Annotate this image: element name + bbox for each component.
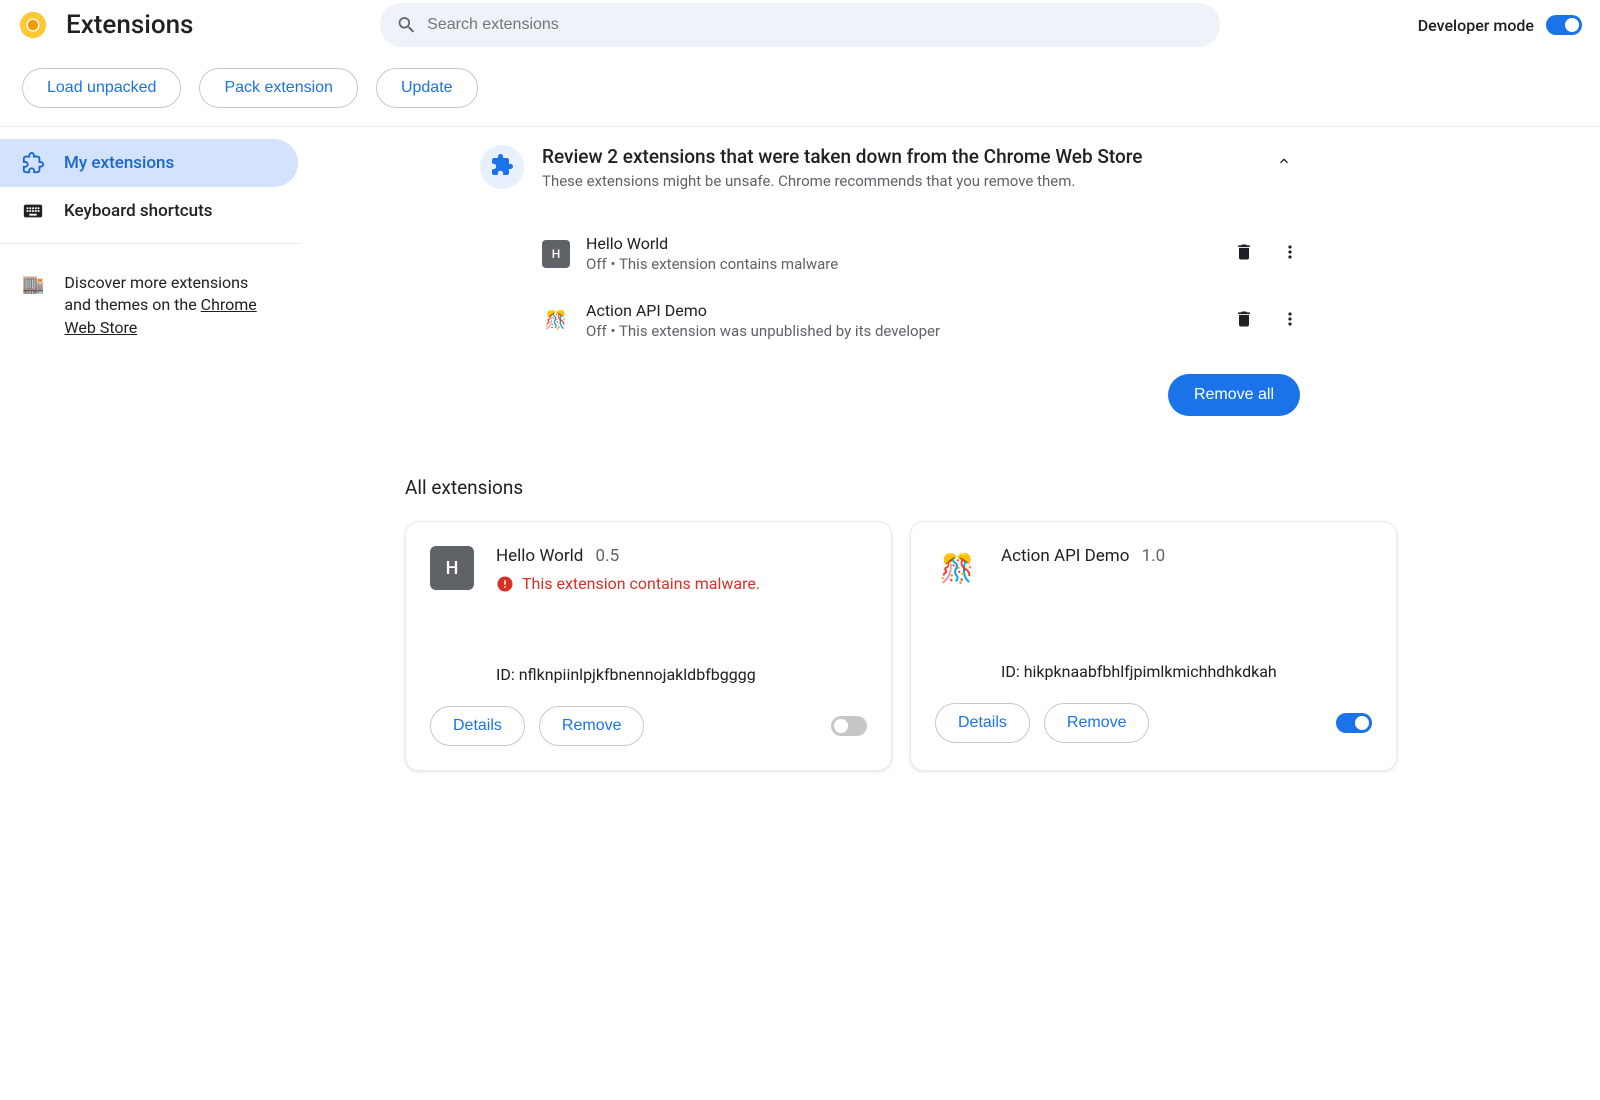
extension-version: 1.0 [1142, 546, 1166, 566]
discover-section: 🏬 Discover more extensions and themes on… [0, 252, 300, 359]
extension-emoji-icon: 🎊 [935, 546, 979, 590]
review-panel-header[interactable]: Review 2 extensions that were taken down… [480, 145, 1300, 190]
extension-name: Hello World [496, 546, 583, 566]
update-button[interactable]: Update [376, 68, 478, 108]
trash-icon [1234, 309, 1254, 329]
load-unpacked-button[interactable]: Load unpacked [22, 68, 181, 108]
search-icon [396, 14, 417, 36]
review-subtitle: These extensions might be unsafe. Chrome… [542, 172, 1250, 190]
review-title: Review 2 extensions that were taken down… [542, 145, 1250, 168]
extension-enable-toggle[interactable] [1336, 713, 1372, 733]
pack-extension-button[interactable]: Pack extension [199, 68, 358, 108]
extension-warning-text: This extension contains malware. [522, 574, 760, 593]
puzzle-icon [490, 153, 514, 181]
keyboard-icon [22, 200, 44, 222]
extension-card: H Hello World 0.5 This extension contain… [405, 521, 892, 771]
extension-warning: This extension contains malware. [496, 574, 867, 593]
extension-letter-icon: H [430, 546, 474, 590]
more-vert-icon [1280, 242, 1300, 262]
review-item-name: Hello World [586, 234, 1218, 253]
review-panel: Review 2 extensions that were taken down… [480, 145, 1300, 416]
review-item-name: Action API Demo [586, 301, 1218, 320]
extension-id: ID: hikpknaabfbhlfjpimlkmichhdhkdkah [1001, 662, 1372, 681]
sidebar-item-keyboard-shortcuts[interactable]: Keyboard shortcuts [0, 187, 300, 235]
review-item: 🎊 Action API Demo Off • This extension w… [542, 287, 1300, 354]
page-title: Extensions [66, 10, 193, 40]
details-button[interactable]: Details [935, 703, 1030, 743]
sidebar-item-label: Keyboard shortcuts [64, 201, 213, 221]
extension-version: 0.5 [596, 546, 620, 566]
more-options-button[interactable] [1280, 309, 1300, 333]
extension-id: ID: nflknpiinlpjkfbnennojakldbfbgggg [496, 665, 867, 684]
review-item: H Hello World Off • This extension conta… [542, 220, 1300, 287]
developer-mode-toggle[interactable] [1546, 15, 1582, 35]
delete-button[interactable] [1234, 309, 1254, 333]
extension-emoji-icon: 🎊 [542, 307, 570, 335]
review-item-status: Off • This extension contains malware [586, 255, 1218, 273]
extension-card: 🎊 Action API Demo 1.0 ID: hikpknaabfbhlf… [910, 521, 1397, 771]
extension-enable-toggle[interactable] [831, 716, 867, 736]
chevron-up-icon[interactable] [1268, 145, 1300, 181]
sidebar-item-my-extensions[interactable]: My extensions [0, 139, 298, 187]
delete-button[interactable] [1234, 242, 1254, 266]
more-options-button[interactable] [1280, 242, 1300, 266]
error-icon [496, 575, 514, 593]
chrome-web-store-icon: 🏬 [22, 272, 44, 339]
sidebar-item-label: My extensions [64, 153, 174, 173]
chrome-logo-icon [18, 10, 48, 40]
sidebar-divider [0, 243, 300, 244]
extension-letter-icon: H [542, 240, 570, 268]
developer-mode-label: Developer mode [1418, 16, 1534, 35]
details-button[interactable]: Details [430, 706, 525, 746]
remove-all-button[interactable]: Remove all [1168, 374, 1300, 416]
review-item-status: Off • This extension was unpublished by … [586, 322, 1218, 340]
search-input[interactable] [427, 16, 1204, 34]
extension-name: Action API Demo [1001, 546, 1129, 566]
developer-toolbar: Load unpacked Pack extension Update [0, 50, 1600, 127]
trash-icon [1234, 242, 1254, 262]
remove-button[interactable]: Remove [1044, 703, 1150, 743]
extension-icon [22, 152, 44, 174]
all-extensions-title: All extensions [405, 476, 1397, 499]
remove-button[interactable]: Remove [539, 706, 645, 746]
more-vert-icon [1280, 309, 1300, 329]
